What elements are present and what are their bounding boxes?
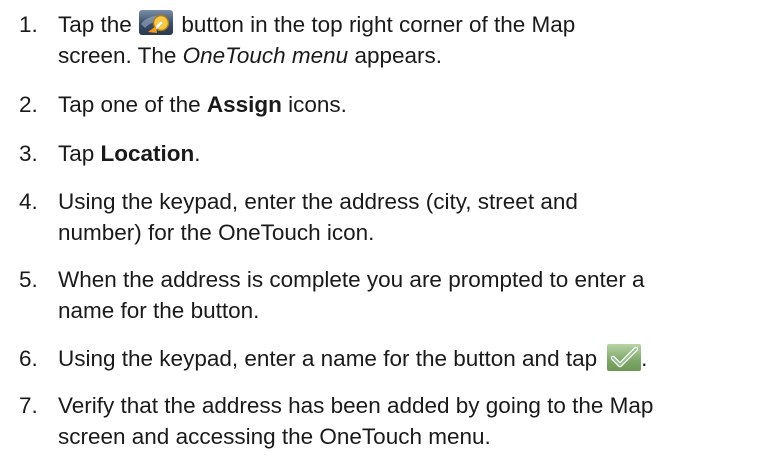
step-text-part: icons.	[281, 92, 347, 117]
step-text-part: .	[641, 346, 648, 371]
step-text: Tap Location.	[58, 138, 758, 169]
step-6: 6. Using the keypad, enter a name for th…	[0, 343, 761, 374]
onetouch-menu-term: OneTouch menu	[182, 43, 349, 68]
step-text: Using the keypad, enter the address (cit…	[58, 186, 758, 248]
step-number: 1.	[19, 12, 38, 37]
step-number: 6.	[19, 346, 38, 371]
step-line: screen and accessing the OneTouch menu.	[58, 424, 491, 449]
step-4: 4. Using the keypad, enter the address (…	[0, 186, 761, 248]
step-line: Using the keypad, enter the address (cit…	[58, 189, 578, 214]
step-number: 5.	[19, 267, 38, 292]
step-3: 3. Tap Location.	[0, 138, 761, 169]
step-7: 7. Verify that the address has been adde…	[0, 390, 761, 452]
step-1: 1. Tap the button in the top right corne…	[0, 9, 761, 71]
step-number: 7.	[19, 393, 38, 418]
step-text: Tap one of the Assign icons.	[58, 89, 758, 120]
step-number: 3.	[19, 141, 38, 166]
step-line: Tap the button in the top right corner o…	[58, 9, 758, 40]
step-line: Verify that the address has been added b…	[58, 393, 654, 418]
step-text-part: screen. The	[58, 43, 183, 68]
step-text-part: Tap one of the	[58, 92, 207, 117]
step-5: 5. When the address is complete you are …	[0, 264, 761, 326]
step-text: Using the keypad, enter a name for the b…	[58, 343, 758, 374]
step-text-part: Tap	[58, 141, 101, 166]
location-term: Location	[100, 141, 195, 166]
step-text-part: button in the top right corner of the Ma…	[175, 12, 576, 37]
step-line: number) for the OneTouch icon.	[58, 220, 375, 245]
step-line: screen. The OneTouch menu appears.	[58, 40, 758, 71]
checkmark-icon	[607, 344, 642, 371]
step-text-part: .	[194, 141, 201, 166]
step-text-part: Using the keypad, enter a name for the b…	[58, 346, 598, 371]
step-text: Verify that the address has been added b…	[58, 390, 758, 452]
step-text: When the address is complete you are pro…	[58, 264, 758, 326]
step-number: 4.	[19, 189, 38, 214]
step-line: name for the button.	[58, 298, 260, 323]
step-number: 2.	[19, 92, 38, 117]
step-text: Tap the button in the top right corner o…	[58, 9, 758, 71]
onetouch-menu-icon	[139, 10, 174, 35]
step-text-part: Tap the	[58, 12, 139, 37]
step-line: When the address is complete you are pro…	[58, 267, 645, 292]
step-text-part: appears.	[348, 43, 442, 68]
step-2: 2. Tap one of the Assign icons.	[0, 89, 761, 120]
assign-term: Assign	[206, 92, 282, 117]
